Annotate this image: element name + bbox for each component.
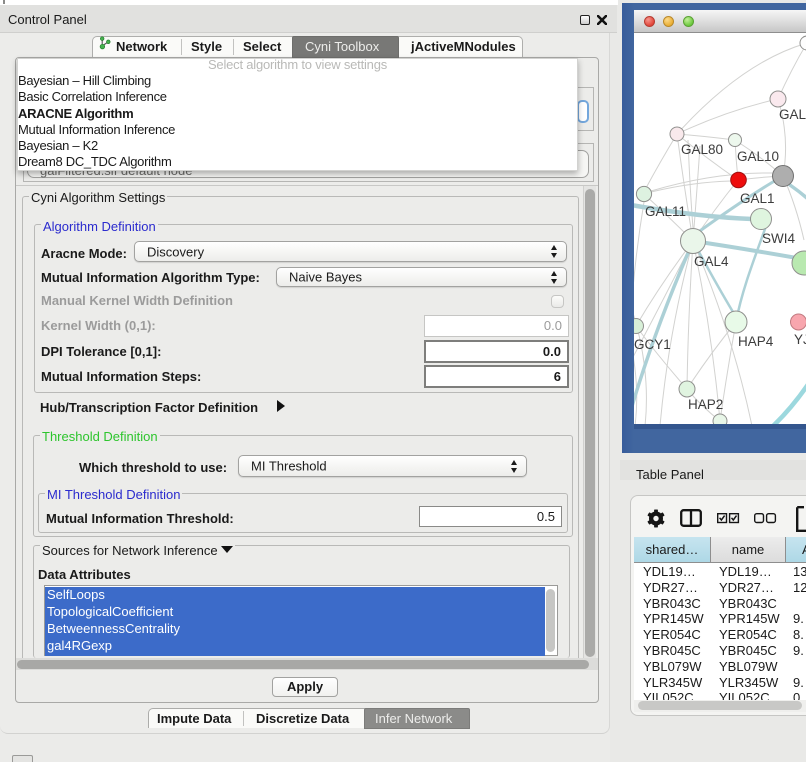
svg-text:GAL10: GAL10: [737, 149, 779, 164]
svg-text:YJL: YJL: [794, 332, 806, 347]
svg-text:GCY1: GCY1: [634, 337, 671, 352]
svg-text:HAP4: HAP4: [738, 334, 774, 349]
svg-text:GAL2: GAL2: [779, 107, 806, 122]
svg-text:HAP2: HAP2: [688, 397, 723, 412]
svg-text:GAL11: GAL11: [645, 204, 686, 219]
svg-text:SWI4: SWI4: [762, 231, 795, 246]
svg-text:GAL4: GAL4: [694, 254, 729, 269]
svg-text:GAL1: GAL1: [740, 191, 775, 206]
svg-text:GAL80: GAL80: [681, 142, 723, 157]
